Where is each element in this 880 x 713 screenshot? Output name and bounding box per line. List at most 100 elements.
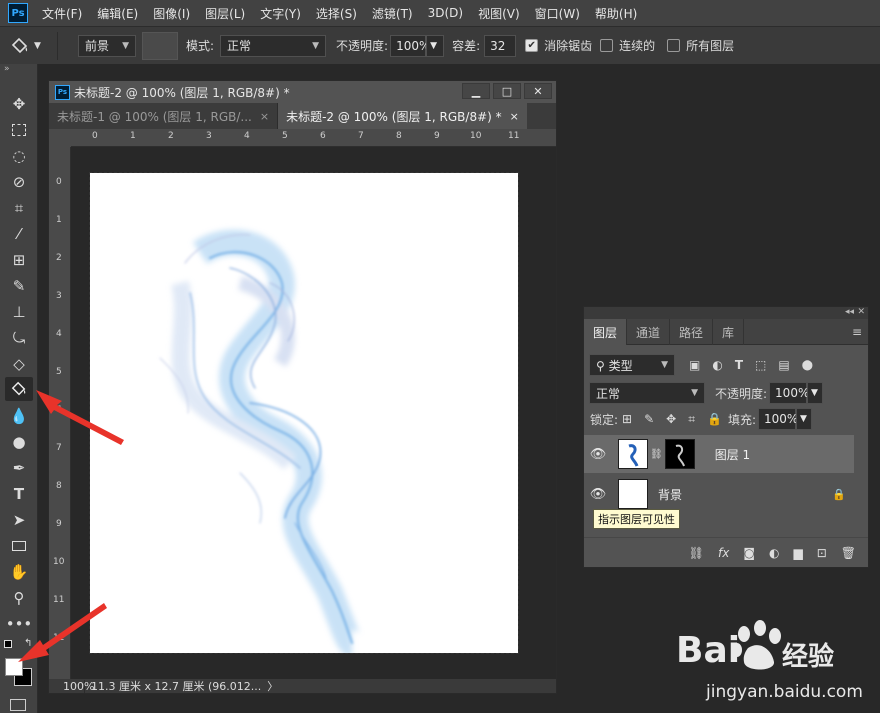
fx-icon[interactable]: fx [718,546,729,560]
add-mask-icon[interactable]: ◙ [743,546,755,560]
document-canvas[interactable] [89,172,519,656]
lock-transparent-icon[interactable]: ⊞ [622,412,632,426]
new-layer-icon[interactable]: ⊡ [817,546,827,560]
vertical-ruler[interactable]: 0 1 2 3 4 5 6 7 8 9 10 11 12 [49,147,71,679]
filter-toggle-icon[interactable]: ⬤ [802,360,813,371]
paint-bucket-tool-icon[interactable] [5,377,33,401]
tool-preset-picker[interactable]: ▼ [10,31,58,60]
lock-image-icon[interactable]: ✎ [644,412,654,426]
status-menu-arrow[interactable]: 〉 [267,678,278,694]
adjustment-layer-icon[interactable]: ◐ [769,546,779,560]
collapse-toolbar-icon[interactable]: » [4,64,10,74]
shape-filter-icon[interactable]: ⬚ [755,358,766,372]
menu-3d[interactable]: 3D(D) [428,6,463,20]
lock-all-icon[interactable]: 🔒 [707,412,722,426]
adjustment-filter-icon[interactable]: ◐ [712,358,722,372]
tab-channels[interactable]: 通道 [627,319,671,345]
menu-filter[interactable]: 滤镜(T) [372,5,413,22]
lock-artboard-icon[interactable]: ⌗ [688,412,695,427]
tab-libraries[interactable]: 库 [713,319,745,345]
pixel-filter-icon[interactable]: ▣ [689,358,700,372]
collapse-panel-icon[interactable]: ◂◂ [845,307,854,317]
default-colors-icon[interactable] [4,640,12,648]
history-brush-tool-icon[interactable]: ⤿ [5,326,33,350]
brush-tool-icon[interactable]: ✎ [5,274,33,298]
panel-menu-icon[interactable]: ≡ [852,325,862,339]
menu-window[interactable]: 窗口(W) [535,5,580,22]
layer-mask-thumbnail[interactable] [664,439,695,469]
layer-thumbnail[interactable] [618,479,648,509]
canvas-area[interactable] [71,147,556,679]
opacity-dropdown[interactable]: ▼ [426,34,445,57]
fill-input[interactable]: 100% [758,408,798,430]
marquee-tool-icon[interactable] [5,118,33,142]
stamp-tool-icon[interactable]: ⊥ [5,300,33,324]
rectangle-tool-icon[interactable] [5,534,33,558]
ruler-corner[interactable] [49,129,71,147]
maximize-button[interactable]: □ [493,83,521,99]
crop-tool-icon[interactable]: ⌗ [5,196,33,220]
menu-select[interactable]: 选择(S) [316,5,357,22]
dodge-tool-icon[interactable]: ● [5,430,33,454]
layer-thumbnail[interactable] [618,439,648,469]
quick-select-tool-icon[interactable]: ⊘ [5,170,33,194]
eraser-tool-icon[interactable]: ◇ [5,352,33,376]
layer-opacity-dropdown[interactable]: ▼ [807,382,824,404]
tab-untitled-2[interactable]: 未标题-2 @ 100% (图层 1, RGB/8#) * × [278,103,527,129]
pen-tool-icon[interactable]: ✒ [5,456,33,480]
lasso-tool-icon[interactable]: ◌ [5,144,33,168]
menu-type[interactable]: 文字(Y) [260,5,301,22]
menu-layer[interactable]: 图层(L) [205,5,245,22]
visibility-eye-icon[interactable]: 👁 [584,447,612,462]
layer-row-layer-1[interactable]: 👁 ⛓ 图层 1 [584,435,854,473]
more-tools-icon[interactable]: ••• [5,612,33,636]
menu-edit[interactable]: 编辑(E) [97,5,138,22]
hand-tool-icon[interactable]: ✋ [5,560,33,584]
path-selection-tool-icon[interactable]: ➤ [5,508,33,532]
all-layers-checkbox[interactable] [667,39,681,52]
menu-help[interactable]: 帮助(H) [595,5,637,22]
menu-image[interactable]: 图像(I) [153,5,190,22]
tab-layers[interactable]: 图层 [584,319,628,345]
layer-row-background[interactable]: 👁 背景 🔒 [584,475,868,513]
foreground-color-swatch[interactable] [5,658,23,676]
tab-untitled-1[interactable]: 未标题-1 @ 100% (图层 1, RGB/... × [49,103,279,129]
fill-dropdown[interactable]: ▼ [796,408,812,430]
link-layers-icon[interactable]: ⛓ [689,546,704,560]
move-tool-icon[interactable]: ✥ [5,92,33,116]
fill-source-select[interactable]: 前景 ▼ [78,34,136,57]
close-button[interactable]: ✕ [524,83,552,99]
menu-file[interactable]: 文件(F) [42,5,82,22]
delete-layer-icon[interactable]: 🗑 [841,546,856,560]
horizontal-ruler[interactable]: 0 1 2 3 4 5 6 7 8 9 10 11 [71,129,556,147]
zoom-level[interactable]: 100% [49,679,94,693]
close-panel-icon[interactable]: ✕ [857,307,865,317]
tolerance-input[interactable]: 32 [484,34,517,57]
antialias-checkbox[interactable]: ✔ [525,39,539,52]
layer-opacity-input[interactable]: 100% [769,382,809,404]
document-title-bar[interactable]: Ps 未标题-2 @ 100% (图层 1, RGB/8#) * ▁ □ ✕ [49,81,556,103]
pattern-picker[interactable] [142,31,178,60]
close-tab-icon[interactable]: × [260,110,269,123]
link-icon[interactable]: ⛓ [650,449,663,460]
lock-position-icon[interactable]: ✥ [666,412,676,426]
mode-select[interactable]: 正常 ▼ [220,34,327,57]
blend-mode-select[interactable]: 正常 ▼ [589,382,705,404]
menu-view[interactable]: 视图(V) [478,5,520,22]
zoom-tool-icon[interactable]: ⚲ [5,586,33,610]
quick-mask-icon[interactable] [10,699,26,711]
layer-filter-select[interactable]: ⚲ 类型 ▼ [589,354,675,376]
contiguous-checkbox[interactable] [600,39,614,52]
opacity-input[interactable]: 100% [390,34,430,57]
type-filter-icon[interactable]: T [735,358,743,372]
blur-tool-icon[interactable]: 💧 [5,404,33,428]
minimize-button[interactable]: ▁ [462,83,490,99]
new-group-icon[interactable]: ▆ [793,546,802,560]
visibility-eye-icon[interactable]: 👁 [584,487,612,502]
type-tool-icon[interactable]: T [5,482,33,506]
swap-colors-icon[interactable]: ↰ [24,638,32,649]
tab-paths[interactable]: 路径 [670,319,714,345]
smart-object-filter-icon[interactable]: ▤ [778,358,789,372]
eyedropper-tool-icon[interactable]: ⁄ [5,222,33,246]
close-tab-icon[interactable]: × [510,110,519,123]
